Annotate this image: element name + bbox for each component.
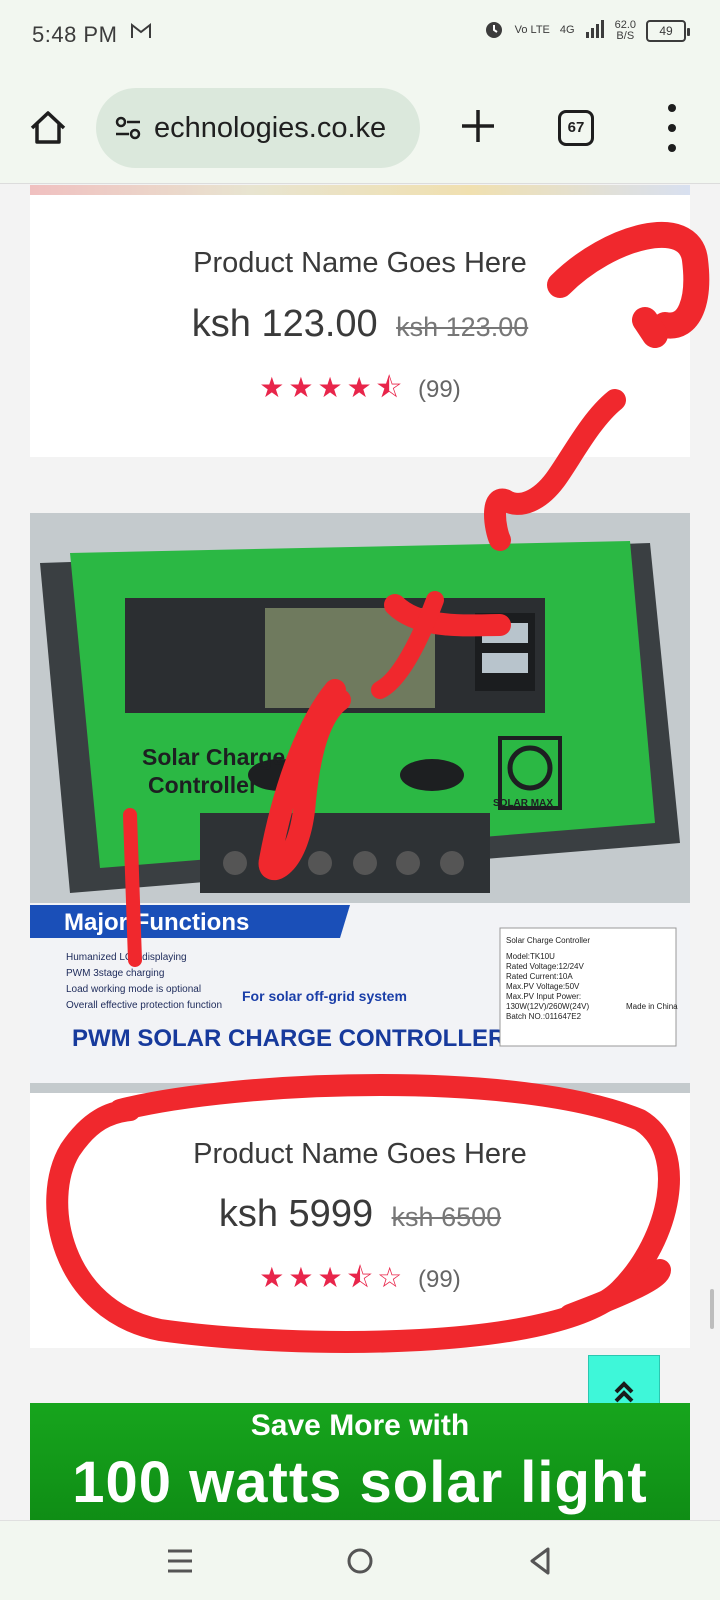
menu-dot: [668, 104, 676, 112]
rating-row: ★★★⯪☆ (99): [30, 1257, 690, 1305]
device-label-line1: Solar Charge: [142, 744, 285, 770]
product-name[interactable]: Product Name Goes Here: [30, 1138, 690, 1171]
device-label-line2: Controller: [148, 772, 258, 798]
device-brand: SOLAR MAX: [493, 798, 553, 809]
back-triangle-icon: [530, 1547, 550, 1575]
system-nav-bar: [0, 1520, 720, 1600]
promo-banner[interactable]: Save More with 100 watts solar light: [30, 1403, 690, 1520]
battery-level: 49: [659, 23, 673, 38]
recent-apps-button[interactable]: [160, 1541, 200, 1581]
box-feature: Overall effective protection function: [66, 1000, 222, 1011]
box-feature: PWM 3stage charging: [66, 968, 164, 979]
product-image[interactable]: Solar Charge Controller SOLAR MAX Major …: [30, 513, 690, 1093]
status-bar: 5:48 PM Vo LTE 4G 62.0 B/S 49: [0, 0, 720, 72]
price-row: ksh 5999 ksh 6500: [30, 1193, 690, 1236]
status-time: 5:48 PM: [32, 22, 118, 47]
browser-toolbar: echnologies.co.ke 67: [0, 72, 720, 184]
alarm-icon: [483, 18, 505, 43]
previous-image-edge: [30, 185, 690, 195]
network-speed: 62.0 B/S: [614, 18, 636, 42]
box-title: PWM SOLAR CHARGE CONTROLLER: [72, 1025, 505, 1052]
review-count: (99): [418, 376, 461, 403]
menu-lines-icon: [168, 1549, 192, 1573]
spec-line: Max.PV Voltage:50V: [506, 982, 580, 991]
product-card[interactable]: Solar Charge Controller SOLAR MAX Major …: [30, 513, 690, 1348]
signal-icon: [585, 19, 605, 42]
url-text[interactable]: echnologies.co.ke: [154, 112, 386, 145]
page-content: Product Name Goes Here ksh 123.00 ksh 12…: [0, 185, 720, 1520]
network-label: Vo LTE: [514, 24, 550, 36]
back-nav-button[interactable]: [520, 1541, 560, 1581]
spec-line: Rated Voltage:12/24V: [506, 962, 585, 971]
solar-charge-controller-image: Solar Charge Controller SOLAR MAX Major …: [30, 513, 690, 1093]
product-price: ksh 5999: [218, 1193, 374, 1235]
rating-row: ★★★★⯪ (99): [30, 367, 690, 415]
star-empty-icon: ☆: [377, 1262, 407, 1293]
gmail-icon: [130, 22, 152, 46]
box-feature: Load working mode is optional: [66, 984, 201, 995]
price-row: ksh 123.00 ksh 123.00: [30, 303, 690, 346]
star-full-icon: ★: [288, 372, 318, 403]
star-full-icon: ★: [288, 1262, 318, 1293]
spec-line: Model:TK10U: [506, 952, 555, 961]
star-half-icon: ⯪: [375, 372, 407, 403]
battery-icon: 49: [646, 19, 690, 42]
box-heading: Major Functions: [64, 909, 249, 936]
tab-count: 67: [567, 119, 585, 136]
circle-icon: [347, 1548, 373, 1574]
banner-line2: 100 watts solar light: [72, 1450, 648, 1515]
star-full-icon: ★: [346, 372, 376, 403]
product-card[interactable]: Product Name Goes Here ksh 123.00 ksh 12…: [30, 195, 690, 457]
spec-line: Batch NO.:011647E2: [506, 1012, 582, 1021]
home-nav-button[interactable]: [340, 1541, 380, 1581]
product-name[interactable]: Product Name Goes Here: [30, 247, 690, 280]
network-type: 4G: [559, 24, 575, 36]
star-full-icon: ★: [317, 1262, 347, 1293]
banner-line1: Save More with: [250, 1409, 470, 1442]
status-icons: Vo LTE 4G 62.0 B/S 49: [483, 18, 690, 43]
box-tagline: For solar off-grid system: [242, 988, 407, 1004]
double-chevron-up-icon: [614, 1381, 634, 1403]
review-count: (99): [418, 1266, 461, 1293]
new-tab-button[interactable]: [456, 106, 500, 150]
star-half-icon: ⯪: [346, 1262, 378, 1293]
star-full-icon: ★: [259, 1262, 289, 1293]
home-button[interactable]: [26, 106, 70, 150]
star-full-icon: ★: [317, 372, 347, 403]
menu-dot: [668, 144, 676, 152]
box-feature: Humanized LCD displaying: [66, 952, 187, 963]
tab-switcher-button[interactable]: 67: [558, 110, 594, 146]
star-full-icon: ★: [259, 372, 289, 403]
scrollbar[interactable]: [710, 1289, 714, 1329]
menu-button[interactable]: [662, 104, 682, 152]
spec-title: Solar Charge Controller: [506, 936, 590, 945]
made-in: Made in China: [626, 1002, 678, 1011]
product-price: ksh 123.00: [191, 303, 378, 345]
new-tab-icon: [462, 110, 494, 142]
product-old-price: ksh 6500: [391, 1202, 502, 1232]
spec-line: 130W(12V)/260W(24V): [506, 1002, 589, 1011]
spec-line: Rated Current:10A: [506, 972, 573, 981]
spec-line: Max.PV Input Power:: [506, 992, 581, 1001]
product-old-price: ksh 123.00: [396, 312, 529, 342]
site-info-icon[interactable]: [112, 112, 144, 144]
address-bar[interactable]: echnologies.co.ke: [96, 88, 420, 168]
menu-dot: [668, 124, 676, 132]
home-icon: [30, 111, 66, 144]
